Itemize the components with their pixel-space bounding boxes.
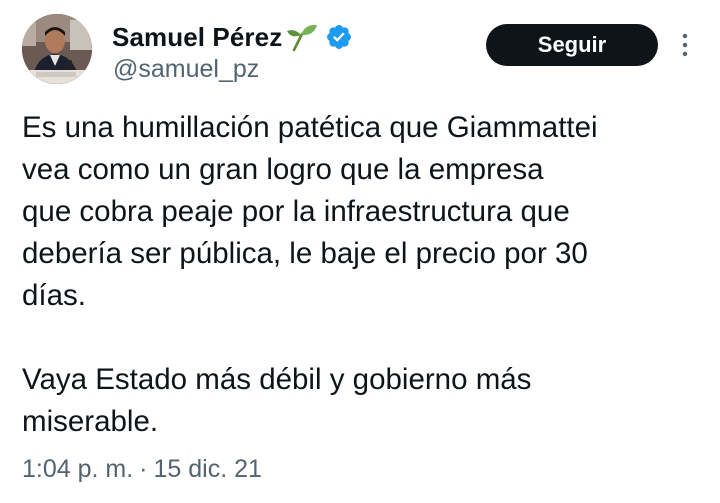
tweet-date: 15 dic. 21 (153, 455, 262, 483)
sprout-icon (285, 22, 319, 52)
tweet-time: 1:04 p. m. (22, 455, 134, 483)
tweet-paragraph: Es una humillación patética que Giammatt… (22, 111, 598, 312)
author-name-row: Samuel Pérez (112, 20, 353, 54)
tweet-paragraph: Vaya Estado más débil y gobierno más mis… (22, 363, 532, 438)
tweet-timestamp[interactable]: 1:04 p. m. · 15 dic. 21 (22, 455, 262, 484)
meta-separator: · (139, 455, 148, 483)
more-vertical-icon[interactable] (676, 32, 694, 58)
verified-badge-icon[interactable] (325, 23, 353, 51)
tweet: Samuel Pérez @samuel_pz Seguir Es una hu… (0, 0, 720, 503)
tweet-text: Es una humillación patética que Giammatt… (22, 107, 702, 443)
author-handle[interactable]: @samuel_pz (113, 55, 259, 84)
follow-button[interactable]: Seguir (486, 24, 658, 66)
author-display-name[interactable]: Samuel Pérez (112, 22, 282, 53)
avatar[interactable] (22, 14, 92, 84)
